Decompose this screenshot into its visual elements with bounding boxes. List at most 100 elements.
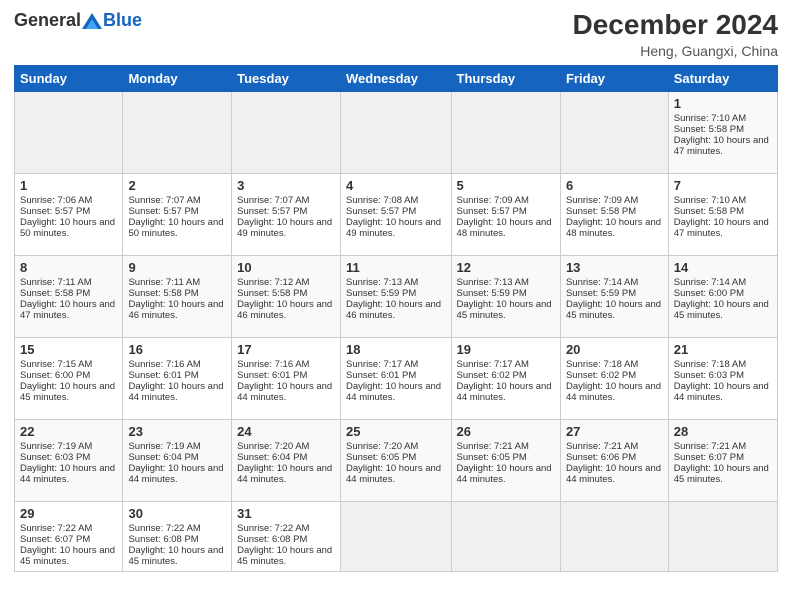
day-number: 7 [674,178,772,193]
sunset-text: Sunset: 6:01 PM [346,370,446,381]
day-number: 9 [128,260,226,275]
sunset-text: Sunset: 5:57 PM [237,206,335,217]
daylight-text: Daylight: 10 hours and 44 minutes. [346,463,446,485]
month-title: December 2024 [573,10,778,41]
calendar-cell [668,501,777,571]
logo: General Blue [14,10,142,31]
day-number: 30 [128,506,226,521]
day-number: 21 [674,342,772,357]
sunset-text: Sunset: 5:58 PM [128,288,226,299]
calendar-cell: 7Sunrise: 7:10 AMSunset: 5:58 PMDaylight… [668,173,777,255]
day-number: 18 [346,342,446,357]
calendar-week-5: 22Sunrise: 7:19 AMSunset: 6:03 PMDayligh… [15,419,778,501]
calendar-cell: 22Sunrise: 7:19 AMSunset: 6:03 PMDayligh… [15,419,123,501]
calendar-cell: 8Sunrise: 7:11 AMSunset: 5:58 PMDaylight… [15,255,123,337]
daylight-text: Daylight: 10 hours and 48 minutes. [457,217,555,239]
calendar-cell [341,91,452,173]
sunrise-text: Sunrise: 7:07 AM [128,195,226,206]
daylight-text: Daylight: 10 hours and 46 minutes. [237,299,335,321]
column-header-tuesday: Tuesday [232,65,341,91]
sunset-text: Sunset: 5:57 PM [20,206,117,217]
sunrise-text: Sunrise: 7:10 AM [674,195,772,206]
daylight-text: Daylight: 10 hours and 44 minutes. [346,381,446,403]
daylight-text: Daylight: 10 hours and 44 minutes. [237,463,335,485]
sunrise-text: Sunrise: 7:11 AM [20,277,117,288]
sunrise-text: Sunrise: 7:20 AM [237,441,335,452]
sunset-text: Sunset: 6:04 PM [237,452,335,463]
sunset-text: Sunset: 6:07 PM [20,534,117,545]
day-number: 19 [457,342,555,357]
day-number: 20 [566,342,663,357]
sunrise-text: Sunrise: 7:14 AM [566,277,663,288]
calendar-cell: 21Sunrise: 7:18 AMSunset: 6:03 PMDayligh… [668,337,777,419]
sunrise-text: Sunrise: 7:10 AM [674,113,772,124]
sunrise-text: Sunrise: 7:19 AM [20,441,117,452]
day-number: 1 [20,178,117,193]
calendar-cell: 31Sunrise: 7:22 AMSunset: 6:08 PMDayligh… [232,501,341,571]
sunrise-text: Sunrise: 7:13 AM [346,277,446,288]
day-number: 16 [128,342,226,357]
column-header-wednesday: Wednesday [341,65,452,91]
calendar-table: SundayMondayTuesdayWednesdayThursdayFrid… [14,65,778,572]
sunrise-text: Sunrise: 7:07 AM [237,195,335,206]
header: General Blue December 2024 Heng, Guangxi… [14,10,778,59]
calendar-cell: 1Sunrise: 7:10 AMSunset: 5:58 PMDaylight… [668,91,777,173]
calendar-cell: 24Sunrise: 7:20 AMSunset: 6:04 PMDayligh… [232,419,341,501]
calendar-cell: 3Sunrise: 7:07 AMSunset: 5:57 PMDaylight… [232,173,341,255]
daylight-text: Daylight: 10 hours and 45 minutes. [566,299,663,321]
sunrise-text: Sunrise: 7:12 AM [237,277,335,288]
day-number: 14 [674,260,772,275]
sunset-text: Sunset: 6:07 PM [674,452,772,463]
calendar-week-3: 8Sunrise: 7:11 AMSunset: 5:58 PMDaylight… [15,255,778,337]
calendar-cell: 29Sunrise: 7:22 AMSunset: 6:07 PMDayligh… [15,501,123,571]
day-number: 23 [128,424,226,439]
daylight-text: Daylight: 10 hours and 44 minutes. [566,381,663,403]
daylight-text: Daylight: 10 hours and 47 minutes. [674,217,772,239]
daylight-text: Daylight: 10 hours and 45 minutes. [457,299,555,321]
day-number: 8 [20,260,117,275]
daylight-text: Daylight: 10 hours and 45 minutes. [237,545,335,567]
sunset-text: Sunset: 5:57 PM [457,206,555,217]
day-number: 27 [566,424,663,439]
day-number: 6 [566,178,663,193]
sunrise-text: Sunrise: 7:09 AM [566,195,663,206]
sunrise-text: Sunrise: 7:06 AM [20,195,117,206]
sunset-text: Sunset: 6:00 PM [674,288,772,299]
title-block: December 2024 Heng, Guangxi, China [573,10,778,59]
sunrise-text: Sunrise: 7:13 AM [457,277,555,288]
sunrise-text: Sunrise: 7:21 AM [566,441,663,452]
daylight-text: Daylight: 10 hours and 47 minutes. [674,135,772,157]
calendar-week-2: 1Sunrise: 7:06 AMSunset: 5:57 PMDaylight… [15,173,778,255]
daylight-text: Daylight: 10 hours and 44 minutes. [128,463,226,485]
calendar-cell: 14Sunrise: 7:14 AMSunset: 6:00 PMDayligh… [668,255,777,337]
calendar-cell: 28Sunrise: 7:21 AMSunset: 6:07 PMDayligh… [668,419,777,501]
logo-blue-text: Blue [103,10,142,31]
day-number: 3 [237,178,335,193]
sunrise-text: Sunrise: 7:11 AM [128,277,226,288]
sunset-text: Sunset: 6:05 PM [346,452,446,463]
sunset-text: Sunset: 5:59 PM [566,288,663,299]
day-number: 4 [346,178,446,193]
calendar-cell: 25Sunrise: 7:20 AMSunset: 6:05 PMDayligh… [341,419,452,501]
calendar-cell: 1Sunrise: 7:06 AMSunset: 5:57 PMDaylight… [15,173,123,255]
daylight-text: Daylight: 10 hours and 45 minutes. [20,381,117,403]
sunrise-text: Sunrise: 7:18 AM [674,359,772,370]
daylight-text: Daylight: 10 hours and 49 minutes. [346,217,446,239]
calendar-cell: 20Sunrise: 7:18 AMSunset: 6:02 PMDayligh… [560,337,668,419]
day-number: 15 [20,342,117,357]
sunrise-text: Sunrise: 7:09 AM [457,195,555,206]
column-header-sunday: Sunday [15,65,123,91]
daylight-text: Daylight: 10 hours and 45 minutes. [128,545,226,567]
daylight-text: Daylight: 10 hours and 48 minutes. [566,217,663,239]
calendar-cell [232,91,341,173]
sunset-text: Sunset: 6:02 PM [457,370,555,381]
calendar-week-4: 15Sunrise: 7:15 AMSunset: 6:00 PMDayligh… [15,337,778,419]
sunset-text: Sunset: 5:58 PM [237,288,335,299]
sunrise-text: Sunrise: 7:21 AM [674,441,772,452]
sunset-text: Sunset: 5:59 PM [346,288,446,299]
location: Heng, Guangxi, China [573,43,778,59]
calendar-cell: 16Sunrise: 7:16 AMSunset: 6:01 PMDayligh… [123,337,232,419]
daylight-text: Daylight: 10 hours and 50 minutes. [128,217,226,239]
calendar-cell: 18Sunrise: 7:17 AMSunset: 6:01 PMDayligh… [341,337,452,419]
day-number: 2 [128,178,226,193]
